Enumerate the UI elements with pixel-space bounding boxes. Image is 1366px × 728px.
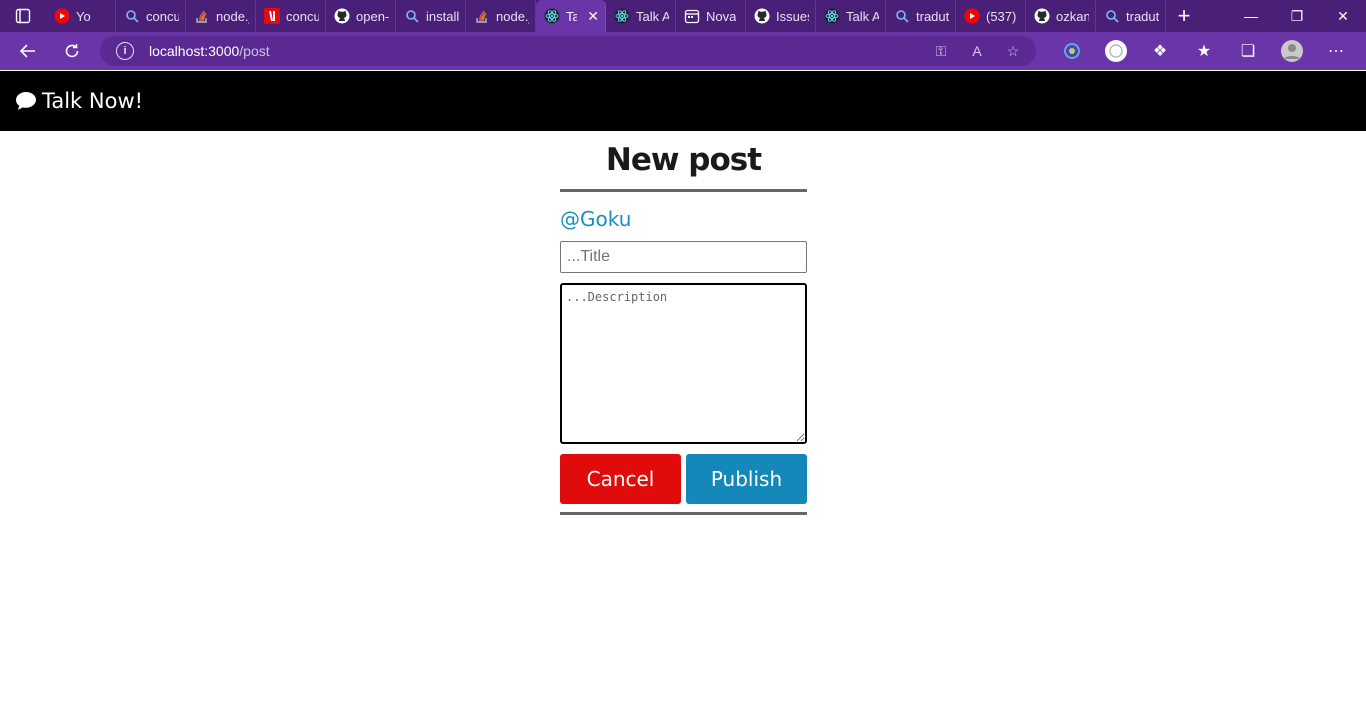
browser-tab[interactable]: tradut (1096, 0, 1166, 32)
tab-label: Ta (566, 8, 577, 24)
minimize-button[interactable]: — (1228, 0, 1274, 32)
brand-title[interactable]: Talk Now! (42, 89, 143, 113)
title-input[interactable] (560, 241, 807, 273)
tab-label: tradut (916, 8, 949, 24)
tab-label: concu (286, 8, 319, 24)
new-post-form: New post @Goku Cancel Publish (560, 131, 807, 515)
browser-toolbar: i localhost:3000/post ⚿ A ☆ ❖ ★ ❏ ⋯ (0, 32, 1366, 70)
settings-more-icon[interactable]: ⋯ (1314, 32, 1358, 70)
site-info-icon[interactable]: i (116, 42, 134, 60)
back-button[interactable] (8, 32, 48, 70)
browser-tab[interactable]: install (396, 0, 466, 32)
url-host: localhost:3000 (149, 43, 240, 59)
tab-label: Talk A (636, 8, 669, 24)
url-path: /post (239, 43, 270, 59)
app-header: Talk Now! (0, 71, 1366, 131)
publish-button[interactable]: Publish (686, 454, 807, 504)
browser-tab[interactable]: node.j (186, 0, 256, 32)
username-label: @Goku (560, 207, 632, 231)
youtube-icon (54, 8, 70, 24)
add-favorite-icon[interactable]: ☆ (1004, 42, 1022, 60)
tab-label: tradut (1126, 8, 1159, 24)
tab-label: node.j (496, 8, 529, 24)
back-arrow-icon (19, 44, 35, 58)
stackoverflow-icon (194, 8, 210, 24)
favorites-icon[interactable]: ★ (1182, 32, 1226, 70)
browser-tab[interactable]: concu (256, 0, 326, 32)
youtube-icon (964, 8, 980, 24)
extension-globe-icon[interactable] (1094, 32, 1138, 70)
search-icon (124, 8, 140, 24)
browser-tab[interactable]: tradut (886, 0, 956, 32)
tab-actions-icon (15, 8, 31, 24)
window-controls: — ❐ ✕ (1228, 0, 1366, 32)
react-icon (544, 8, 560, 24)
tab-actions-button[interactable] (0, 0, 46, 32)
key-icon[interactable]: ⚿ (932, 42, 950, 60)
tab-label: concu (146, 8, 179, 24)
github-icon (334, 8, 350, 24)
bottom-divider (560, 512, 807, 515)
speech-bubble-icon (16, 92, 36, 110)
github-icon (754, 8, 770, 24)
browser-tab[interactable]: node.j (466, 0, 536, 32)
calendar-icon (684, 8, 700, 24)
browser-tab[interactable]: Nova (676, 0, 746, 32)
react-icon (824, 8, 840, 24)
browser-tab[interactable]: Yo (46, 0, 116, 32)
address-url: localhost:3000/post (149, 43, 270, 59)
browser-tab[interactable]: ozkan (1026, 0, 1096, 32)
top-divider (560, 189, 807, 192)
browser-tab[interactable]: Ta ✕ (536, 0, 606, 32)
stackoverflow-icon (474, 8, 490, 24)
description-textarea[interactable] (560, 283, 807, 444)
tab-label: Talk A (846, 8, 879, 24)
cancel-button[interactable]: Cancel (560, 454, 681, 504)
refresh-icon (65, 44, 79, 58)
tab-label: node.j (216, 8, 249, 24)
tab-list: Yoconcunode.jconcuopen-installnode.jTa✕T… (46, 0, 1166, 32)
new-tab-button[interactable]: + (1166, 0, 1202, 32)
restore-button[interactable]: ❐ (1274, 0, 1320, 32)
browser-tab[interactable]: Talk A (816, 0, 886, 32)
extension-circle-icon[interactable] (1050, 32, 1094, 70)
extension-icons: ❖ ★ ❏ ⋯ (1050, 32, 1358, 70)
react-icon (614, 8, 630, 24)
netflix-icon (264, 8, 280, 24)
browser-tab[interactable]: (537) (956, 0, 1026, 32)
address-bar[interactable]: i localhost:3000/post ⚿ A ☆ (100, 36, 1036, 66)
search-icon (404, 8, 420, 24)
form-actions: Cancel Publish (560, 454, 807, 504)
extensions-puzzle-icon[interactable]: ❖ (1138, 32, 1182, 70)
page-title: New post (605, 142, 762, 178)
browser-tab[interactable]: Issues (746, 0, 816, 32)
tab-label: open- (356, 8, 389, 24)
browser-tab[interactable]: concu (116, 0, 186, 32)
tab-label: install (426, 8, 459, 24)
tab-label: (537) (986, 8, 1017, 24)
refresh-button[interactable] (52, 32, 92, 70)
tab-label: Nova (706, 8, 737, 24)
browser-tabstrip: Yoconcunode.jconcuopen-installnode.jTa✕T… (0, 0, 1366, 32)
collections-icon[interactable]: ❏ (1226, 32, 1270, 70)
tab-label: Yo (76, 8, 91, 24)
tab-label: Issues (776, 8, 809, 24)
close-window-button[interactable]: ✕ (1320, 0, 1366, 32)
close-tab-icon[interactable]: ✕ (587, 8, 599, 25)
browser-tab[interactable]: open- (326, 0, 396, 32)
search-icon (1104, 8, 1120, 24)
browser-tab[interactable]: Talk A (606, 0, 676, 32)
tab-label: ozkan (1056, 8, 1089, 24)
github-icon (1034, 8, 1050, 24)
profile-avatar-icon[interactable] (1270, 32, 1314, 70)
read-aloud-icon[interactable]: A (968, 42, 986, 60)
search-icon (894, 8, 910, 24)
